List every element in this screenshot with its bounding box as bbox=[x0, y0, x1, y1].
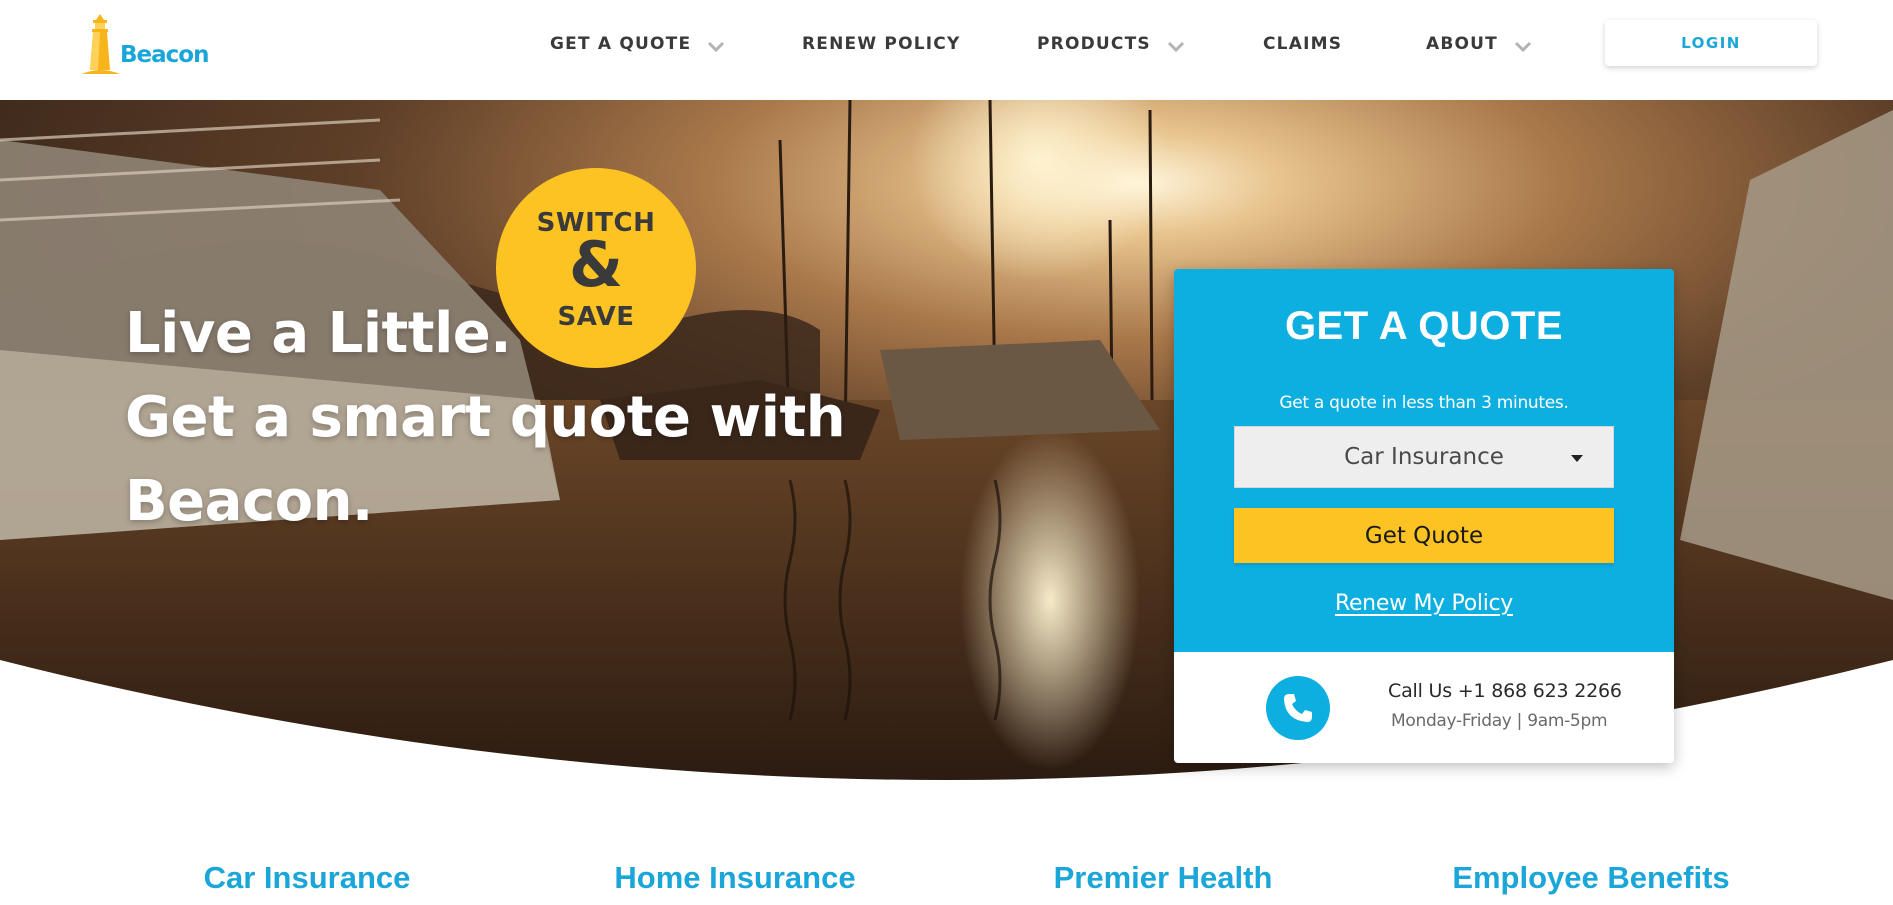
get-quote-button[interactable]: Get Quote bbox=[1234, 508, 1614, 563]
top-nav: Beacon GET A QUOTE RENEW POLICY PRODUCTS… bbox=[0, 0, 1893, 100]
login-button[interactable]: LOGIN bbox=[1605, 20, 1817, 66]
hero-line-1: Live a Little. bbox=[125, 301, 512, 366]
quote-card-title: GET A QUOTE bbox=[1284, 304, 1564, 348]
quote-card-subtitle: Get a quote in less than 3 minutes. bbox=[1279, 393, 1569, 413]
badge-bottom-text: SAVE bbox=[557, 302, 635, 332]
caret-down-icon bbox=[1571, 455, 1583, 462]
chevron-down-icon bbox=[707, 38, 725, 53]
nav-claims[interactable]: CLAIMS bbox=[1263, 32, 1342, 56]
hero-section: Live a Little. Get a smart quote with Be… bbox=[0, 100, 1893, 790]
phone-icon[interactable] bbox=[1266, 676, 1330, 740]
product-link-home-insurance[interactable]: Home Insurance bbox=[614, 860, 855, 896]
contact-strip: Call Us +1 868 623 2266 Monday-Friday | … bbox=[1174, 652, 1674, 763]
product-link-employee-benefits[interactable]: Employee Benefits bbox=[1452, 860, 1729, 896]
switch-and-save-badge: SWITCH & SAVE bbox=[496, 168, 696, 368]
brand-logo[interactable]: Beacon bbox=[80, 12, 220, 76]
product-link-premier-health[interactable]: Premier Health bbox=[1054, 860, 1273, 896]
product-select[interactable]: Car Insurance bbox=[1234, 426, 1614, 488]
badge-middle-text: & bbox=[568, 228, 624, 301]
nav-claims-label: CLAIMS bbox=[1263, 34, 1343, 54]
nav-about-label: ABOUT bbox=[1426, 34, 1498, 54]
hero-line-2: Get a smart quote with bbox=[125, 385, 846, 450]
nav-renew-policy-label: RENEW POLICY bbox=[802, 34, 961, 54]
hero-line-3: Beacon. bbox=[125, 469, 373, 534]
renew-policy-link[interactable]: Renew My Policy bbox=[1174, 591, 1674, 616]
product-link-car-insurance[interactable]: Car Insurance bbox=[204, 860, 411, 896]
brand-name: Beacon bbox=[120, 42, 209, 68]
nav-renew-policy[interactable]: RENEW POLICY bbox=[802, 32, 960, 56]
quote-card: GET A QUOTE Get a quote in less than 3 m… bbox=[1174, 269, 1674, 763]
nav-about[interactable]: ABOUT bbox=[1426, 32, 1532, 56]
nav-get-a-quote[interactable]: GET A QUOTE bbox=[550, 32, 725, 56]
nav-get-a-quote-label: GET A QUOTE bbox=[550, 34, 692, 54]
chevron-down-icon bbox=[1167, 38, 1185, 53]
chevron-down-icon bbox=[1514, 38, 1532, 53]
nav-products-label: PRODUCTS bbox=[1037, 34, 1151, 54]
product-select-value: Car Insurance bbox=[1344, 444, 1504, 470]
office-hours-text: Monday-Friday | 9am-5pm bbox=[1391, 711, 1608, 731]
nav-products[interactable]: PRODUCTS bbox=[1037, 32, 1185, 56]
call-us-text: Call Us +1 868 623 2266 bbox=[1388, 680, 1622, 702]
quote-card-top: GET A QUOTE Get a quote in less than 3 m… bbox=[1174, 269, 1674, 652]
lighthouse-icon bbox=[80, 14, 122, 76]
hero-headline: Live a Little. Get a smart quote with Be… bbox=[125, 292, 846, 544]
